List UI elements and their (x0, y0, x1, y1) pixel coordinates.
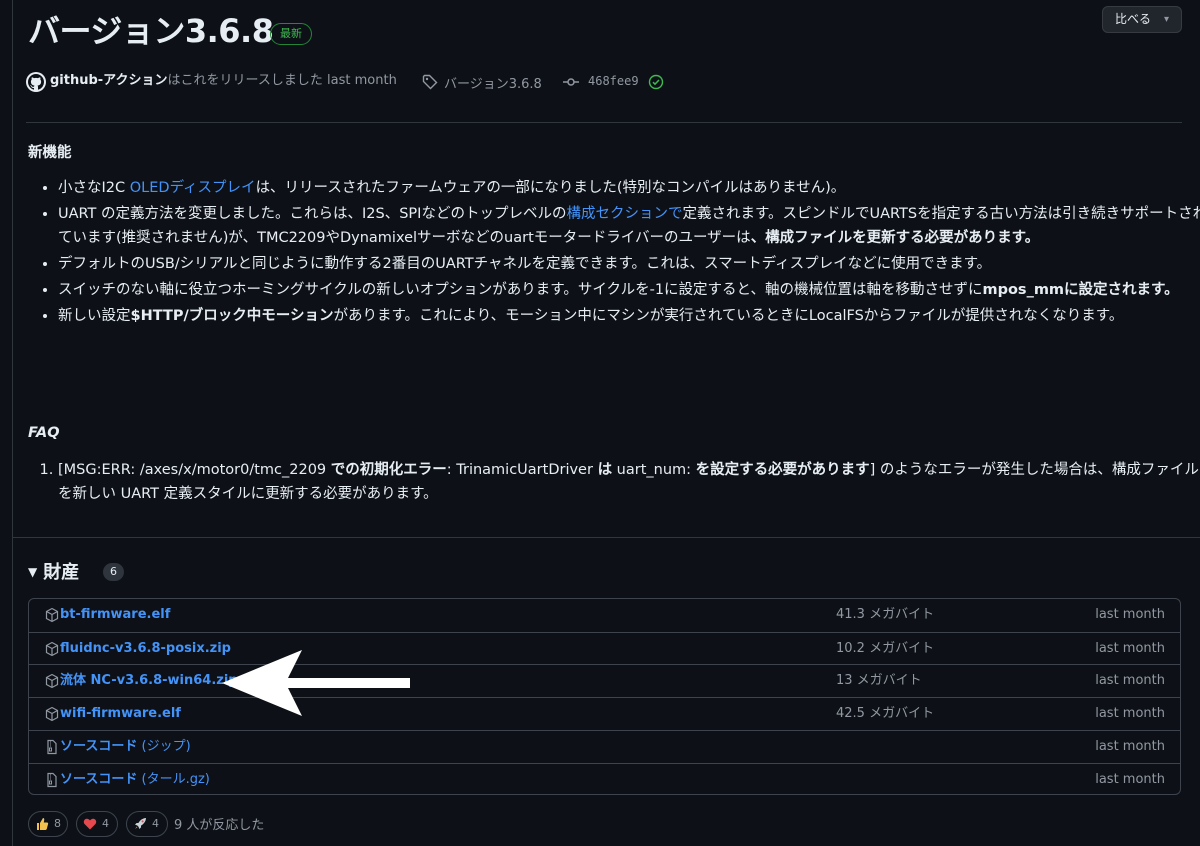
asset-row: wifi-firmware.elf 42.5 メガバイト last month (29, 697, 1180, 730)
compare-label: 比べる (1115, 12, 1152, 26)
reaction-summary: 9 人が反応した (174, 818, 265, 833)
thumbs-up-icon (35, 816, 49, 830)
tag-link[interactable]: バージョン3.6.8 (444, 73, 542, 92)
feature-text: があります。これにより、モーション中にマシンが実行されているときにLocalFS… (333, 308, 1124, 324)
asset-date: last month (1095, 673, 1165, 688)
feature-item: スイッチのない軸に役立つホーミングサイクルの新しいオプションがあります。サイクル… (58, 278, 1200, 302)
asset-date: last month (1095, 772, 1165, 787)
reaction-count: 8 (54, 817, 61, 830)
faq-bold-text: を設定する必要があります (695, 462, 870, 478)
asset-date: last month (1095, 641, 1165, 656)
reaction-count: 4 (102, 817, 109, 830)
asset-row: 流体 NC-v3.6.8-win64.zip 13 メガバイト last mon… (29, 664, 1180, 697)
file-zip-icon (47, 739, 57, 755)
release-meta: github-アクションはこれをリリースしました last month (50, 72, 397, 90)
commit-link[interactable]: 468fee9 (588, 74, 639, 88)
asset-name: ソースコード (60, 739, 138, 754)
asset-date: last month (1095, 739, 1165, 754)
asset-size: 41.3 メガバイト (836, 607, 935, 622)
asset-name: ソースコード (60, 772, 138, 787)
package-icon (45, 641, 59, 657)
faq-bold-text: は (597, 462, 613, 478)
faq-bold-text: での初期化エラー (330, 462, 447, 478)
file-zip-icon (47, 772, 57, 788)
reaction-thumbs-up[interactable]: 8 (28, 811, 68, 837)
asset-row: fluidnc-v3.6.8-posix.zip 10.2 メガバイト last… (29, 632, 1180, 665)
reaction-count: 4 (152, 817, 159, 830)
assets-count-badge: 6 (103, 563, 124, 581)
faq-text: : TrinamicUartDriver (446, 462, 598, 478)
check-circle-icon[interactable] (648, 74, 664, 90)
assets-toggle[interactable]: ▼ 財産 (28, 558, 79, 584)
asset-link[interactable]: ソースコード (ジップ) (60, 731, 191, 763)
faq-item: [MSG:ERR: /axes/x/motor0/tmc_2209 での初期化エ… (58, 458, 1200, 506)
feature-bold-text: 、構成ファイルを更新する必要があります。 (750, 230, 1040, 246)
feature-item: UART の定義方法を変更しました。これらは、I2S、SPIなどのトップレベルの… (58, 202, 1200, 250)
features-list: 小さなI2C OLEDディスプレイは、リリースされたファームウェアの一部になりま… (28, 176, 1200, 330)
asset-format: (ジップ) (137, 739, 191, 754)
divider (26, 122, 1182, 123)
feature-text: スイッチのない軸に役立つホーミングサイクルの新しいオプションがあります。サイクル… (58, 282, 983, 298)
config-section-link[interactable]: 構成セクションで (566, 206, 682, 222)
latest-badge: 最新 (270, 23, 312, 45)
reaction-rocket[interactable]: 4 (126, 811, 168, 837)
package-icon (45, 673, 59, 689)
asset-size: 42.5 メガバイト (836, 706, 935, 721)
feature-item: 小さなI2C OLEDディスプレイは、リリースされたファームウェアの一部になりま… (58, 176, 1200, 200)
feature-text: 小さなI2C (58, 180, 130, 196)
faq-text: [MSG:ERR: /axes/x/motor0/tmc_2209 (58, 462, 331, 478)
asset-date: last month (1095, 607, 1165, 622)
feature-item: デフォルトのUSB/シリアルと同じように動作する2番目のUARTチャネルを定義で… (58, 252, 1200, 276)
asset-row: ソースコード (タール.gz) last month (29, 763, 1180, 794)
assets-heading: 財産 (43, 562, 80, 583)
asset-link[interactable]: fluidnc-v3.6.8-posix.zip (60, 633, 231, 665)
divider (12, 537, 1200, 538)
asset-link[interactable]: wifi-firmware.elf (60, 698, 181, 730)
oled-link[interactable]: OLEDディスプレイ (130, 180, 256, 196)
tag-icon (422, 74, 438, 90)
reaction-heart[interactable]: 4 (76, 811, 118, 837)
faq-heading: FAQ (28, 425, 60, 441)
feature-bold-text: $HTTP/ブロック中モーション (130, 308, 334, 324)
feature-item: 新しい設定$HTTP/ブロック中モーションがあります。これにより、モーション中に… (58, 304, 1200, 328)
feature-text: は、リリースされたファームウェアの一部になりました(特別なコンパイルはありません… (255, 180, 846, 196)
released-text: はこれをリリースしました last month (167, 73, 397, 88)
package-icon (45, 607, 59, 623)
assets-list: bt-firmware.elf 41.3 メガバイト last month fl… (28, 598, 1181, 795)
asset-row: ソースコード (ジップ) last month (29, 730, 1180, 763)
feature-text: 新しい設定 (58, 308, 131, 324)
faq-text: uart_num: (612, 462, 696, 478)
compare-button[interactable]: 比べる ▾ (1102, 6, 1182, 33)
asset-row: bt-firmware.elf 41.3 メガバイト last month (29, 599, 1180, 631)
asset-date: last month (1095, 706, 1165, 721)
release-title[interactable]: バージョン3.6.8 (28, 6, 274, 52)
package-icon (45, 706, 59, 722)
author-link[interactable]: github-アクション (50, 73, 168, 88)
annotation-arrow (222, 650, 410, 716)
new-features-heading: 新機能 (28, 145, 72, 161)
feature-text: デフォルトのUSB/シリアルと同じように動作する2番目のUARTチャネルを定義で… (58, 256, 992, 272)
commit-icon (563, 78, 579, 86)
asset-link[interactable]: bt-firmware.elf (60, 599, 170, 631)
asset-link[interactable]: ソースコード (タール.gz) (60, 764, 210, 794)
triangle-down-icon: ▼ (28, 565, 38, 579)
asset-size: 10.2 メガバイト (836, 641, 935, 656)
heart-icon (83, 816, 97, 830)
asset-format: (タール.gz) (137, 772, 210, 787)
rocket-icon (133, 816, 147, 830)
feature-text: UART の定義方法を変更しました。これらは、I2S、SPIなどのトップレベルの (58, 206, 567, 222)
asset-size: 13 メガバイト (836, 673, 922, 688)
github-avatar-icon[interactable] (26, 72, 46, 92)
feature-bold-text: mpos_mmに設定されます。 (982, 282, 1179, 298)
faq-list: [MSG:ERR: /axes/x/motor0/tmc_2209 での初期化エ… (28, 458, 1200, 506)
asset-link[interactable]: 流体 NC-v3.6.8-win64.zip (60, 665, 238, 697)
caret-down-icon: ▾ (1163, 14, 1169, 25)
